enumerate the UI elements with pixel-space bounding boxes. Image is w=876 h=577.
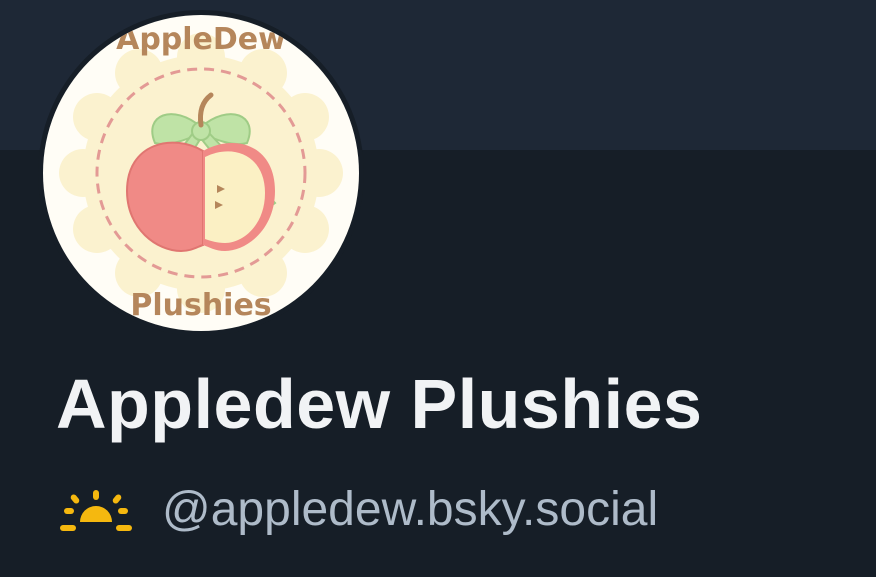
logo-text-bottom: Plushies xyxy=(130,288,271,323)
avatar[interactable]: AppleDew Plushies xyxy=(38,10,364,336)
display-name: Appledew Plushies xyxy=(56,365,703,443)
logo-text-top: AppleDew xyxy=(116,22,286,57)
handle-row: @appledew.bsky.social xyxy=(60,478,658,542)
sun-icon xyxy=(60,488,132,532)
appledew-logo: AppleDew Plushies xyxy=(59,22,343,323)
avatar-image: AppleDew Plushies xyxy=(43,15,359,331)
handle-text[interactable]: @appledew.bsky.social xyxy=(162,486,658,534)
